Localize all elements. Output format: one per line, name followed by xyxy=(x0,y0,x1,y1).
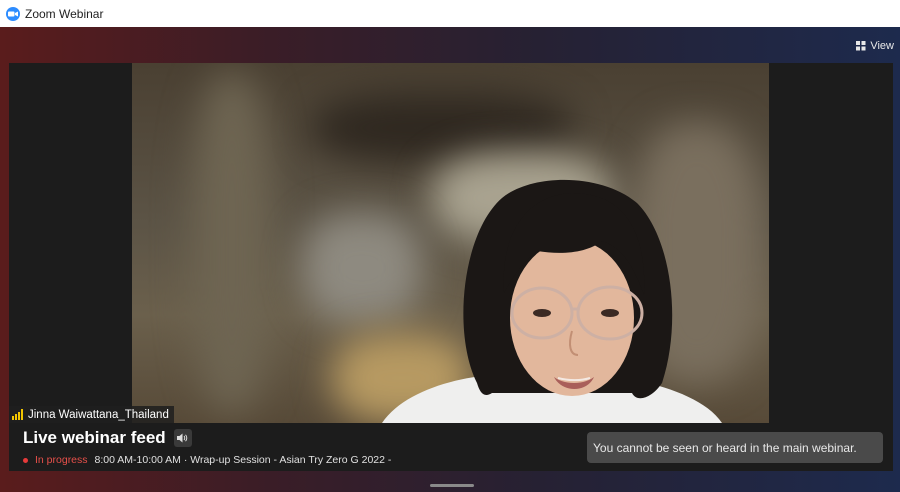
live-dot-icon xyxy=(23,457,28,463)
feed-title-row: Live webinar feed xyxy=(23,428,192,448)
speaker-button[interactable] xyxy=(173,429,192,447)
notice-text: You cannot be seen or heard in the main … xyxy=(593,440,857,455)
resize-handle[interactable] xyxy=(430,484,474,487)
view-button[interactable]: View xyxy=(856,38,894,54)
grid-icon xyxy=(856,41,866,51)
status-line: In progress 8:00 AM-10:00 AM · Wrap-up S… xyxy=(23,454,391,466)
feed-info-bar: Live webinar feed In progress 8:00 AM-10… xyxy=(9,423,893,471)
zoom-logo-icon xyxy=(6,6,20,21)
view-label: View xyxy=(870,40,894,52)
signal-bars-icon xyxy=(12,409,23,420)
video-area: Jinna Waiwattana_Thailand xyxy=(9,63,893,423)
participant-name-tag: Jinna Waiwattana_Thailand xyxy=(9,406,174,423)
presenter-figure xyxy=(382,179,722,423)
status-text: In progress xyxy=(35,454,88,466)
notice-toast: You cannot be seen or heard in the main … xyxy=(587,432,883,463)
webinar-stage: View Jinna Waiwattana_Thailand Live webi… xyxy=(0,27,900,492)
participant-name: Jinna Waiwattana_Thailand xyxy=(28,408,169,421)
speaker-icon xyxy=(177,433,188,443)
session-schedule: 8:00 AM-10:00 AM · Wrap-up Session - Asi… xyxy=(94,454,392,466)
feed-title: Live webinar feed xyxy=(23,428,166,447)
participant-video[interactable] xyxy=(132,63,769,423)
title-bar: Zoom Webinar xyxy=(0,0,900,28)
window-title: Zoom Webinar xyxy=(25,6,104,21)
